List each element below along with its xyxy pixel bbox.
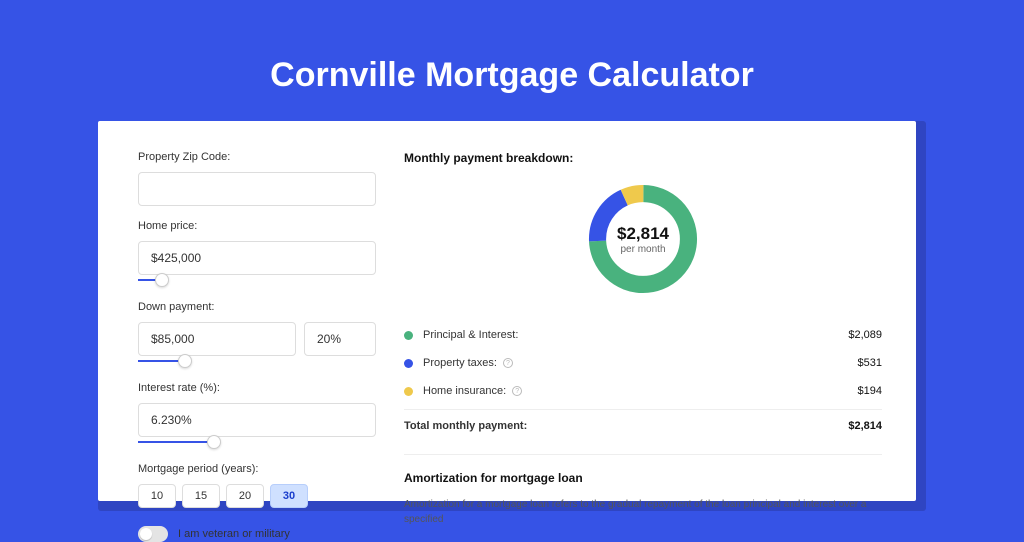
donut-chart: $2,814 per month — [583, 179, 703, 299]
breakdown-column: Monthly payment breakdown: $2,814 per mo… — [404, 151, 882, 501]
dot-icon — [404, 331, 413, 340]
legend-value: $2,089 — [848, 329, 882, 341]
amortization-section: Amortization for mortgage loan Amortizat… — [404, 454, 882, 527]
legend-value: $531 — [858, 357, 882, 369]
interest-label: Interest rate (%): — [138, 382, 376, 394]
info-icon[interactable]: ? — [512, 386, 522, 396]
legend-label: Principal & Interest: — [423, 329, 848, 341]
period-option-15[interactable]: 15 — [182, 484, 220, 508]
legend-principal: Principal & Interest: $2,089 — [404, 321, 882, 349]
card-shadow: Property Zip Code: Home price: Down paym… — [98, 121, 926, 511]
home-price-label: Home price: — [138, 220, 376, 232]
calculator-card: Property Zip Code: Home price: Down paym… — [98, 121, 916, 501]
down-payment-field: Down payment: — [138, 301, 376, 368]
breakdown-heading: Monthly payment breakdown: — [404, 151, 882, 165]
legend-label: Home insurance: ? — [423, 385, 858, 397]
slider-thumb[interactable] — [155, 273, 169, 287]
down-payment-pct-input[interactable] — [304, 322, 376, 356]
total-label: Total monthly payment: — [404, 420, 848, 432]
slider-thumb[interactable] — [178, 354, 192, 368]
home-price-field: Home price: — [138, 220, 376, 287]
home-price-input[interactable] — [138, 241, 376, 275]
legend-insurance: Home insurance: ? $194 — [404, 377, 882, 405]
donut-sub: per month — [620, 244, 665, 255]
slider-thumb[interactable] — [207, 435, 221, 449]
donut-amount: $2,814 — [617, 224, 669, 244]
home-price-slider[interactable] — [138, 273, 376, 287]
form-column: Property Zip Code: Home price: Down paym… — [138, 151, 376, 501]
zip-label: Property Zip Code: — [138, 151, 376, 163]
legend-value: $194 — [858, 385, 882, 397]
veteran-toggle[interactable] — [138, 526, 168, 542]
legend-taxes: Property taxes: ? $531 — [404, 349, 882, 377]
period-option-20[interactable]: 20 — [226, 484, 264, 508]
legend-text: Property taxes: — [423, 357, 497, 369]
period-option-10[interactable]: 10 — [138, 484, 176, 508]
period-option-30[interactable]: 30 — [270, 484, 308, 508]
interest-input[interactable] — [138, 403, 376, 437]
donut-center: $2,814 per month — [583, 179, 703, 299]
zip-input[interactable] — [138, 172, 376, 206]
period-label: Mortgage period (years): — [138, 463, 376, 475]
interest-slider[interactable] — [138, 435, 376, 449]
interest-field: Interest rate (%): — [138, 382, 376, 449]
donut-chart-wrap: $2,814 per month — [404, 179, 882, 299]
total-value: $2,814 — [848, 420, 882, 432]
zip-field: Property Zip Code: — [138, 151, 376, 206]
amortization-text: Amortization for a mortgage loan refers … — [404, 497, 882, 527]
legend-text: Home insurance: — [423, 385, 506, 397]
amortization-heading: Amortization for mortgage loan — [404, 471, 882, 485]
page-title: Cornville Mortgage Calculator — [0, 0, 1024, 121]
period-options: 10 15 20 30 — [138, 484, 376, 508]
down-payment-input[interactable] — [138, 322, 296, 356]
veteran-toggle-row: I am veteran or military — [138, 526, 376, 542]
dot-icon — [404, 359, 413, 368]
down-payment-label: Down payment: — [138, 301, 376, 313]
legend-total: Total monthly payment: $2,814 — [404, 409, 882, 440]
period-field: Mortgage period (years): 10 15 20 30 — [138, 463, 376, 508]
veteran-label: I am veteran or military — [178, 528, 290, 540]
down-payment-slider[interactable] — [138, 354, 296, 368]
dot-icon — [404, 387, 413, 396]
info-icon[interactable]: ? — [503, 358, 513, 368]
legend-label: Property taxes: ? — [423, 357, 858, 369]
